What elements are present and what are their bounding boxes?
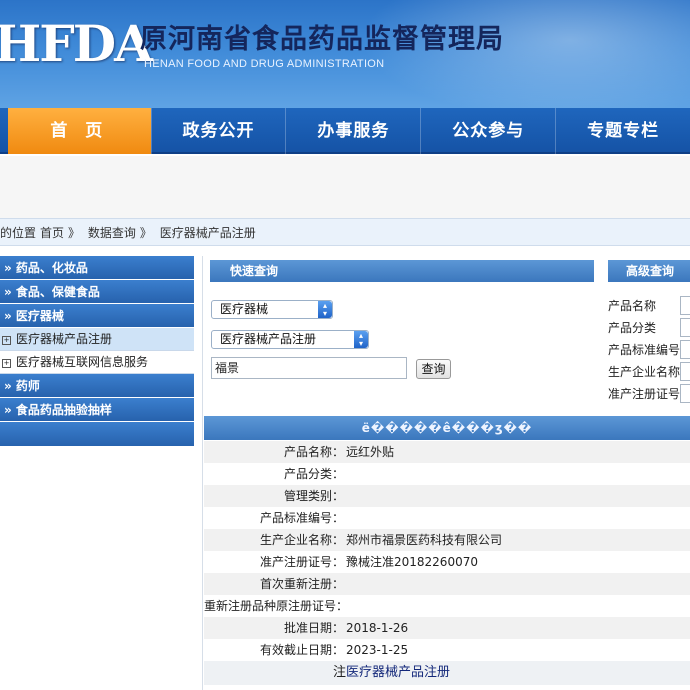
field-label: 重新注册品种原注册证号： xyxy=(204,599,349,613)
field-label: 管理类别： xyxy=(283,489,344,503)
quick-query-header: 快速查询 xyxy=(210,260,594,282)
keyword-input[interactable]: 福景 xyxy=(211,357,407,379)
sidebar-item-device-registration[interactable]: + 医疗器械产品注册 xyxy=(0,328,194,351)
breadcrumb-home-link[interactable]: 首页 xyxy=(40,226,64,240)
adv-label: 生产企业名称 xyxy=(608,365,681,379)
footer-link[interactable]: 医疗器械产品注册 xyxy=(346,661,450,685)
site-title: 原河南省食品药品监督管理局 xyxy=(140,24,504,55)
sidebar-category-sampling[interactable]: » 食品药品抽验抽样 xyxy=(0,398,194,422)
field-value: 2018-1-26 xyxy=(346,621,409,635)
adv-label: 产品名称 xyxy=(608,299,657,313)
updown-arrow-icon: ▴ ▾ xyxy=(318,301,332,318)
footer-prefix: 注 xyxy=(332,665,346,680)
category-select[interactable]: 医疗器械 ▴ ▾ xyxy=(211,300,333,319)
table-row: 生产企业名称： 郑州市福景医药科技有限公司 xyxy=(204,529,690,551)
field-label: 生产企业名称： xyxy=(259,533,344,547)
table-row: 产品分类： xyxy=(204,463,690,485)
sidebar-category-pharmacist[interactable]: » 药师 xyxy=(0,374,194,398)
site-header: HFDA 原河南省食品药品监督管理局 HENAN FOOD AND DRUG A… xyxy=(0,0,690,108)
field-label: 首次重新注册： xyxy=(259,577,344,591)
field-value: 郑州市福景医药科技有限公司 xyxy=(346,533,503,547)
nav-item-services[interactable]: 办事服务 xyxy=(285,108,420,154)
nav-item-government-affairs[interactable]: 政务公开 xyxy=(150,108,286,154)
category-select-value: 医疗器械 xyxy=(220,302,269,316)
table-row: 管理类别： xyxy=(204,485,690,507)
nav-item-home[interactable]: 首 页 xyxy=(8,108,151,154)
breadcrumb-prefix: 的位置 xyxy=(0,226,37,240)
site-subtitle: HENAN FOOD AND DRUG ADMINISTRATION xyxy=(144,58,385,70)
sidebar-footer-bar xyxy=(0,422,194,446)
database-select-value: 医疗器械产品注册 xyxy=(220,332,317,346)
breadcrumb-separator: 》 xyxy=(68,226,81,240)
updown-arrow-icon: ▴ ▾ xyxy=(354,331,368,348)
table-row: 产品标准编号： xyxy=(204,507,690,529)
sidebar: » 药品、化妆品 » 食品、保健食品 » 医疗器械 + 医疗器械产品注册 + 医疗器… xyxy=(0,256,194,452)
advanced-query-header: 高级查询 xyxy=(608,260,690,282)
adv-row-standard-number: 产品标准编号 xyxy=(608,339,690,361)
result-header: ë�����ê���ʒ�� xyxy=(204,416,690,440)
field-value xyxy=(344,595,346,617)
field-value xyxy=(344,485,346,507)
adv-row-manufacturer: 生产企业名称 xyxy=(608,361,690,383)
sidebar-category-drugs-cosmetics[interactable]: » 药品、化妆品 xyxy=(0,256,194,280)
field-value: 2023-1-25 xyxy=(346,643,409,657)
table-row: 产品名称： 远红外贴 xyxy=(204,441,690,463)
field-value: 豫械注准20182260070 xyxy=(346,555,478,569)
adv-product-category-input[interactable] xyxy=(680,318,690,337)
field-label: 批准日期： xyxy=(283,621,344,635)
sidebar-item-label: 医疗器械产品注册 xyxy=(16,332,113,346)
adv-row-product-name: 产品名称 xyxy=(608,295,690,317)
sidebar-item-device-internet-service[interactable]: + 医疗器械互联网信息服务 xyxy=(0,351,194,374)
field-label: 产品标准编号： xyxy=(259,511,344,525)
sidebar-item-label: 医疗器械互联网信息服务 xyxy=(16,355,149,369)
database-select[interactable]: 医疗器械产品注册 ▴ ▾ xyxy=(211,330,369,349)
adv-label: 准产注册证号 xyxy=(608,387,681,401)
nav-item-special-topics[interactable]: 专题专栏 xyxy=(555,108,690,154)
field-label: 有效截止日期： xyxy=(259,643,344,657)
expand-box-icon: + xyxy=(2,359,11,368)
sidebar-category-food-health[interactable]: » 食品、保健食品 xyxy=(0,280,194,304)
adv-standard-number-input[interactable] xyxy=(680,340,690,359)
banner-gap xyxy=(0,156,690,218)
breadcrumb-current: 医疗器械产品注册 xyxy=(159,226,256,240)
table-row: 准产注册证号： 豫械注准20182260070 xyxy=(204,551,690,573)
table-row: 批准日期： 2018-1-26 xyxy=(204,617,690,639)
adv-product-name-input[interactable] xyxy=(680,296,690,315)
result-footer-row: 注医疗器械产品注册 xyxy=(204,661,690,685)
expand-box-icon: + xyxy=(2,336,11,345)
adv-row-registration-number: 准产注册证号 xyxy=(608,383,690,405)
adv-manufacturer-input[interactable] xyxy=(680,362,690,381)
breadcrumb-separator: 》 xyxy=(139,226,152,240)
field-value xyxy=(344,463,346,485)
query-button[interactable]: 查询 xyxy=(416,359,451,379)
adv-label: 产品标准编号 xyxy=(608,343,681,357)
field-value: 远红外贴 xyxy=(346,445,395,459)
table-row: 首次重新注册： xyxy=(204,573,690,595)
adv-row-product-category: 产品分类 xyxy=(608,317,690,339)
breadcrumb-data-query-link[interactable]: 数据查询 xyxy=(88,226,136,240)
table-row: 有效截止日期： 2023-1-25 xyxy=(204,639,690,661)
main-nav: 首 页 政务公开 办事服务 公众参与 专题专栏 xyxy=(0,108,690,154)
result-table: 产品名称： 远红外贴 产品分类： 管理类别： 产品标准编号： 生产企业名称： 郑州市… xyxy=(204,441,690,685)
sidebar-blank-area xyxy=(0,452,194,690)
column-divider xyxy=(202,256,203,690)
breadcrumb: 的位置 首页》 数据查询》 医疗器械产品注册 xyxy=(0,218,690,246)
site-logo[interactable]: HFDA xyxy=(0,14,153,74)
field-label: 产品分类： xyxy=(283,467,344,481)
sidebar-category-medical-devices[interactable]: » 医疗器械 xyxy=(0,304,194,328)
field-label: 准产注册证号： xyxy=(259,555,344,569)
nav-item-public-participation[interactable]: 公众参与 xyxy=(420,108,555,154)
field-label: 产品名称： xyxy=(283,445,344,459)
field-value xyxy=(344,573,346,595)
table-row: 重新注册品种原注册证号： xyxy=(204,595,690,617)
adv-registration-number-input[interactable] xyxy=(680,384,690,403)
field-value xyxy=(344,507,346,529)
adv-label: 产品分类 xyxy=(608,321,657,335)
